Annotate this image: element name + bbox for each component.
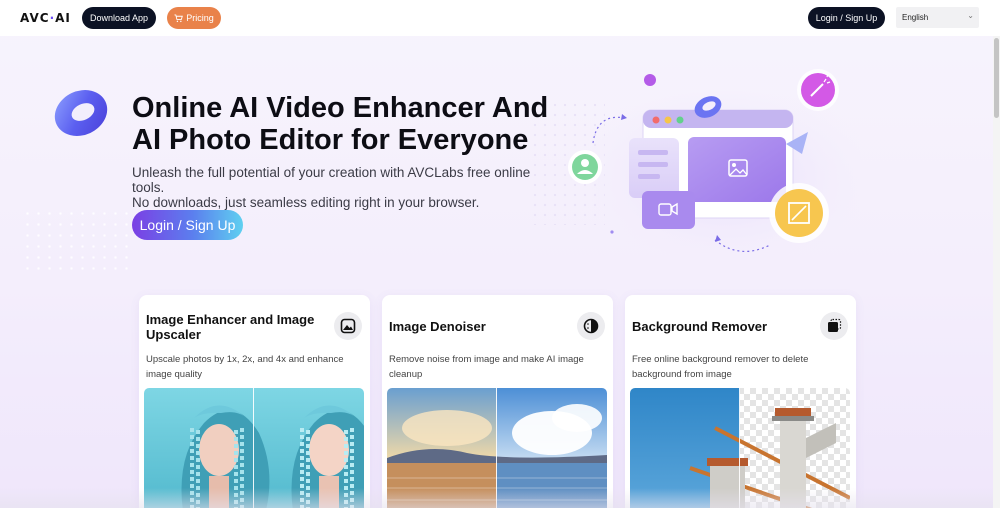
mountain-image-icon — [334, 312, 362, 340]
pricing-button[interactable]: Pricing — [167, 7, 221, 29]
denoise-circle-icon — [577, 312, 605, 340]
purple-sphere — [644, 74, 656, 86]
tool-card-image-denoiser[interactable]: Image Denoiser Remove noise from image a… — [382, 295, 613, 508]
torus-3d-icon — [54, 90, 108, 136]
hero-subtitle-line-1: Unleash the full potential of your creat… — [132, 165, 531, 195]
card-title: Image Denoiser — [389, 319, 486, 334]
decorative-dot-grid — [22, 208, 134, 276]
hero-title: Online AI Video Enhancer And AI Photo Ed… — [132, 92, 572, 156]
background-remove-icon — [820, 312, 848, 340]
avc-ai-logo[interactable]: AVC·AI — [20, 11, 71, 25]
hero-illustration — [568, 69, 860, 265]
download-app-label: Download App — [89, 13, 149, 23]
header-login-label: Login / Sign Up — [815, 13, 878, 23]
pricing-label: Pricing — [186, 13, 214, 23]
tool-card-background-remover[interactable]: Background Remover Free online backgroun… — [625, 295, 856, 508]
card-title: Image Enhancer and Image Upscaler — [146, 312, 315, 342]
hero-title-line-1: Online AI Video Enhancer And — [132, 92, 549, 124]
header-login-signup-button[interactable]: Login / Sign Up — [808, 7, 885, 29]
hero-title-line-2: AI Photo Editor for Everyone — [132, 124, 529, 156]
card-description: Upscale photos by 1x, 2x, and 4x and enh… — [146, 354, 344, 380]
language-value: English — [902, 13, 929, 22]
top-navbar: AVC·AI Download App Pricing Login / Sign… — [0, 0, 1000, 36]
page-scrollbar[interactable] — [993, 36, 1000, 508]
hero-cta-label: Login / Sign Up — [139, 217, 236, 233]
hero-subtitle-line-2: No downloads, just seamless editing righ… — [132, 195, 480, 210]
hero-subtitle: Unleash the full potential of your creat… — [132, 165, 552, 210]
chevron-down-icon: ⌄ — [967, 11, 974, 20]
download-app-button[interactable]: Download App — [82, 7, 156, 29]
cart-icon — [174, 13, 184, 22]
tool-card-image-enhancer[interactable]: Image Enhancer and Image Upscaler Upscal… — [139, 295, 370, 508]
logo-text: AVC — [20, 11, 50, 25]
language-select[interactable]: English ⌄ — [896, 7, 979, 28]
logo-suffix: AI — [55, 11, 71, 25]
card-description: Free online background remover to delete… — [632, 354, 809, 380]
card-description: Remove noise from image and make AI imag… — [389, 354, 584, 380]
bottom-fade-overlay — [0, 488, 993, 508]
hero-login-signup-button[interactable]: Login / Sign Up — [132, 210, 243, 240]
card-title: Background Remover — [632, 319, 768, 334]
scrollbar-thumb[interactable] — [994, 38, 999, 118]
